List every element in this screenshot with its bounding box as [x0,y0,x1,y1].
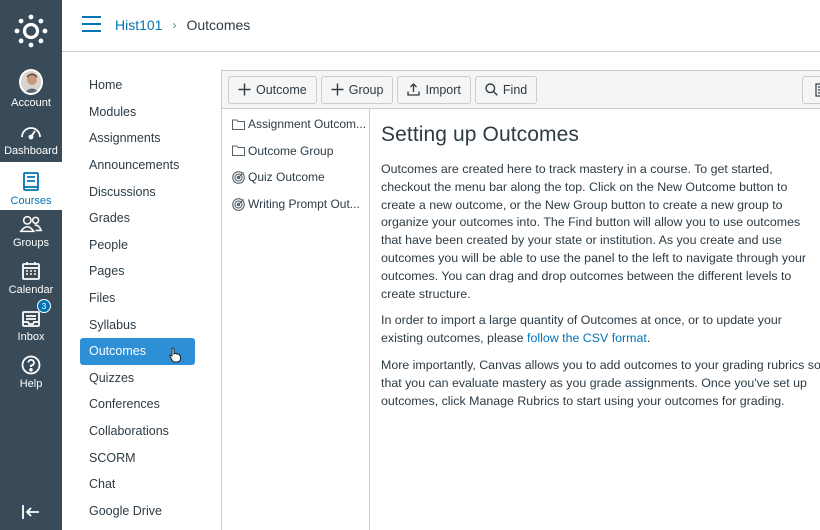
add-group-button[interactable]: Group [320,75,394,104]
tree-item-label: Quiz Outcome [248,170,325,185]
tree-item-label: Writing Prompt Out... [248,197,360,212]
plus-icon [238,83,251,96]
outcome-icon [231,170,245,184]
csv-format-link[interactable]: follow the CSV format [527,331,647,345]
search-icon [485,83,498,96]
add-outcome-button[interactable]: Outcome [228,75,317,104]
help-icon [19,353,43,377]
inbox-badge: 3 [37,299,51,313]
import-button[interactable]: Import [397,75,471,104]
hand-cursor-icon [169,347,181,363]
course-nav-conferences[interactable]: Conferences [80,391,195,418]
tree-item-label: Outcome Group [248,143,334,158]
nav-help[interactable]: Help [0,345,62,393]
nav-calendar-label: Calendar [8,284,54,296]
import-text-end: . [646,331,651,346]
nav-help-label: Help [19,378,43,390]
outcomes-toolbar: Outcome Group Import Find [222,71,820,109]
course-menu-toggle[interactable] [82,16,102,36]
course-nav-google-drive[interactable]: Google Drive [80,498,195,525]
outcomes-content: Outcome Group Import Find Assignment Out… [221,70,820,530]
document-icon [815,83,820,97]
panel-paragraph-rubrics: More importantly, Canvas allows you to a… [381,357,820,408]
canvas-logo[interactable] [0,0,62,62]
folder-icon [231,117,245,131]
tree-item-quiz-outcome[interactable]: Quiz Outcome [222,164,369,191]
breadcrumb: Hist101 › Outcomes [115,17,250,33]
course-nav-syllabus[interactable]: Syllabus [80,311,195,338]
nav-groups-label: Groups [12,237,50,249]
course-nav-files[interactable]: Files [80,285,195,312]
find-button[interactable]: Find [474,75,538,104]
course-nav-collaborations[interactable]: Collaborations [80,418,195,445]
more-options-button[interactable] [802,76,820,104]
hamburger-icon [82,16,101,18]
nav-inbox-label: Inbox [17,331,45,343]
course-nav-chat[interactable]: Chat [80,471,195,498]
course-nav-people[interactable]: People [80,232,195,259]
global-nav: Account Dashboard Courses Groups Calenda… [0,0,62,530]
nav-account-label: Account [11,97,51,109]
course-nav-announcements[interactable]: Announcements [80,152,195,179]
avatar [19,69,43,95]
course-nav-outcomes-label: Outcomes [89,344,146,359]
groups-icon [19,212,43,236]
course-nav: Home Modules Assignments Announcements D… [80,72,200,524]
plus-icon [331,83,344,96]
add-group-label: Group [348,82,384,97]
folder-icon [231,144,245,158]
outcome-icon [231,197,245,211]
tree-item-outcome-group[interactable]: Outcome Group [222,138,369,165]
find-label: Find [502,82,528,97]
course-nav-scorm[interactable]: SCORM [80,444,195,471]
calendar-icon [19,259,43,283]
course-nav-discussions[interactable]: Discussions [80,178,195,205]
tree-item-writing-prompt-outcome[interactable]: Writing Prompt Out... [222,191,369,218]
upload-icon [407,83,421,96]
canvas-logo-icon [14,14,48,48]
tree-item-label: Assignment Outcom... [248,117,367,132]
nav-inbox[interactable]: 3 Inbox [0,298,62,346]
outcomes-tree: Assignment Outcom... Outcome Group Quiz … [222,109,370,530]
nav-account[interactable]: Account [0,64,62,112]
course-nav-outcomes[interactable]: Outcomes [80,337,195,365]
page-header: Hist101 › Outcomes [62,0,820,52]
course-nav-grades[interactable]: Grades [80,205,195,232]
dashboard-icon [19,120,43,144]
breadcrumb-current-page: Outcomes [186,17,251,33]
breadcrumb-separator: › [172,18,177,32]
inbox-icon: 3 [19,299,51,330]
collapse-icon [22,505,39,519]
course-nav-pages[interactable]: Pages [80,258,195,285]
nav-dashboard-label: Dashboard [4,145,58,157]
courses-icon [19,170,43,194]
collapse-nav-button[interactable] [0,494,62,530]
panel-paragraph-intro: Outcomes are created here to track maste… [381,162,806,301]
outcomes-info-panel: Setting up Outcomes Outcomes are created… [381,123,820,419]
course-nav-home[interactable]: Home [80,72,195,99]
course-nav-quizzes[interactable]: Quizzes [80,365,195,392]
import-label: Import [425,82,461,97]
course-nav-modules[interactable]: Modules [80,99,195,126]
nav-courses[interactable]: Courses [0,162,62,210]
tree-item-assignment-outcome[interactable]: Assignment Outcom... [222,111,369,138]
add-outcome-label: Outcome [256,82,307,97]
panel-paragraph-import: In order to import a large quantity of O… [381,312,820,348]
nav-groups[interactable]: Groups [0,204,62,252]
breadcrumb-course-link[interactable]: Hist101 [115,17,162,33]
nav-calendar[interactable]: Calendar [0,251,62,299]
nav-dashboard[interactable]: Dashboard [0,112,62,160]
course-nav-assignments[interactable]: Assignments [80,125,195,152]
panel-title: Setting up Outcomes [381,123,580,146]
